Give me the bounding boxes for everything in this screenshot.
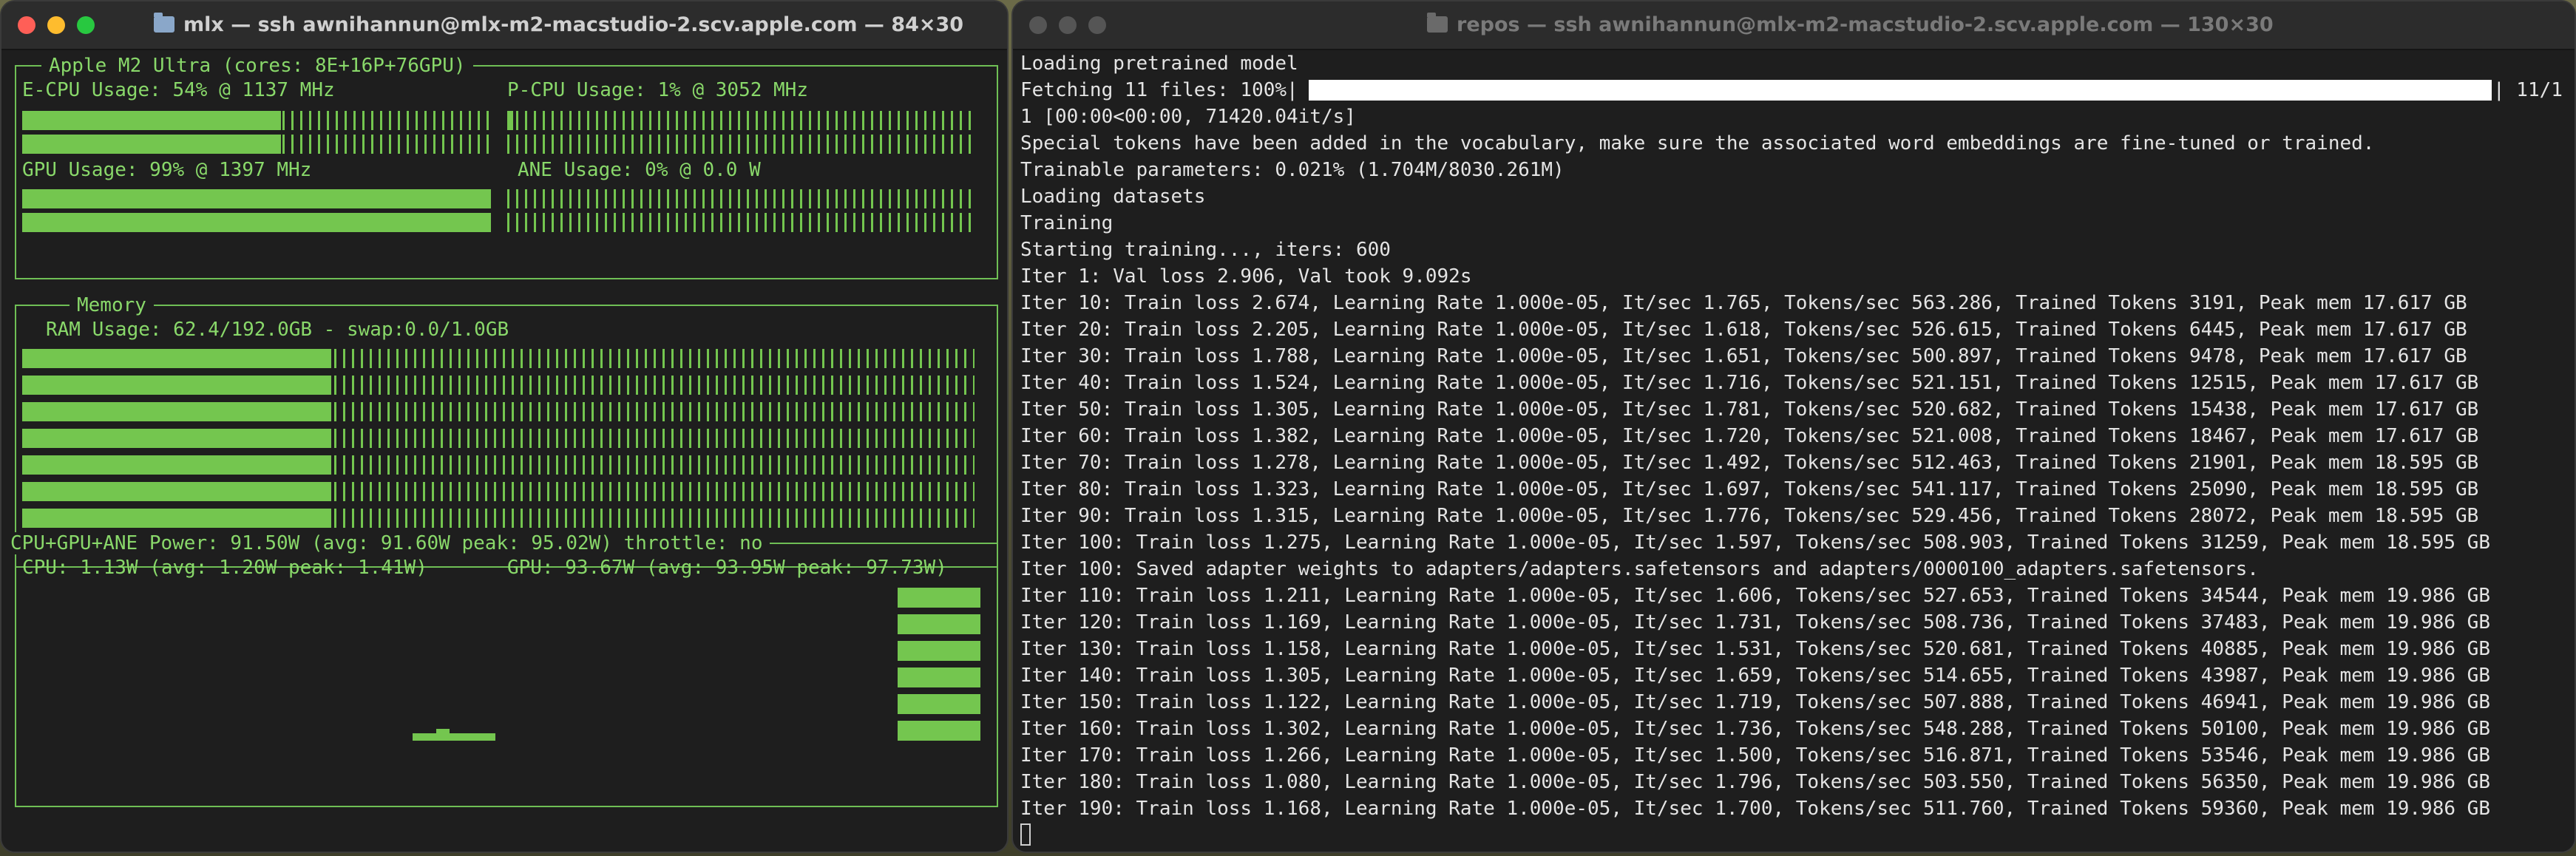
output-line: Iter 150: Train loss 1.122, Learning Rat… [1020, 691, 2490, 713]
power-box [15, 543, 998, 807]
ane-usage-label: ANE Usage: 0% @ 0.0 W [518, 159, 761, 181]
ram-bar-fill-4 [22, 429, 331, 448]
output-line: Loading datasets [1020, 186, 1206, 208]
output-line: Iter 170: Train loss 1.266, Learning Rat… [1020, 744, 2490, 767]
window-title-text: mlx — ssh awnihannun@mlx-m2-macstudio-2.… [183, 13, 964, 36]
output-line: 1 [00:00<00:00, 71420.04it/s] [1020, 106, 1356, 128]
terminal-window-training[interactable]: repos — ssh awnihannun@mlx-m2-macstudio-… [1011, 0, 2576, 853]
output-line: Iter 90: Train loss 1.315, Learning Rate… [1020, 505, 2479, 527]
output-line: Iter 60: Train loss 1.382, Learning Rate… [1020, 425, 2479, 447]
ram-bar-rest-7 [334, 509, 975, 528]
gpu-power-block-3 [898, 641, 980, 661]
minimize-button[interactable] [47, 16, 65, 34]
output-line: Iter 10: Train loss 2.674, Learning Rate… [1020, 292, 2467, 314]
minimize-button[interactable] [1059, 16, 1077, 34]
power-box-title: CPU+GPU+ANE Power: 91.50W (avg: 91.60W p… [3, 532, 770, 554]
output-line: Iter 100: Train loss 1.275, Learning Rat… [1020, 531, 2490, 554]
output-line: Iter 70: Train loss 1.278, Learning Rate… [1020, 452, 2479, 474]
ram-bar-fill-5 [22, 455, 331, 475]
terminal-content[interactable]: Loading pretrained model Fetching 11 fil… [1013, 50, 2575, 852]
ecpu-bar-rest-1 [282, 111, 495, 130]
output-line: Iter 160: Train loss 1.302, Learning Rat… [1020, 718, 2490, 740]
output-line: Iter 130: Train loss 1.158, Learning Rat… [1020, 638, 2490, 660]
ane-bar-rest-1 [507, 189, 975, 208]
terminal-cursor [1020, 823, 1031, 846]
window-title: repos — ssh awnihannun@mlx-m2-macstudio-… [1427, 1, 2274, 49]
close-button[interactable] [18, 16, 35, 34]
ecpu-bar-rest-2 [282, 135, 495, 154]
output-line: Iter 100: Saved adapter weights to adapt… [1020, 558, 2259, 580]
ram-bar-fill-7 [22, 509, 331, 528]
cpu-power-label: CPU: 1.13W (avg: 1.20W peak: 1.41W) [22, 557, 427, 579]
ram-bar-fill-3 [22, 402, 331, 421]
fetch-progress-prefix: Fetching 11 files: 100%| [1020, 79, 1298, 101]
output-line: Iter 1: Val loss 2.906, Val took 9.092s [1020, 265, 1472, 288]
ram-bar-fill-1 [22, 349, 331, 368]
output-line: Iter 120: Train loss 1.169, Learning Rat… [1020, 611, 2490, 633]
output-line: Iter 20: Train loss 2.205, Learning Rate… [1020, 319, 2467, 341]
gpu-usage-label: GPU Usage: 99% @ 1397 MHz [22, 159, 312, 181]
ram-bar-rest-4 [334, 429, 975, 448]
ram-bar-fill-6 [22, 482, 331, 501]
gpu-power-block-4 [898, 668, 980, 687]
output-line: Iter 190: Train loss 1.168, Learning Rat… [1020, 798, 2490, 820]
cpu-power-baseline [413, 733, 495, 741]
output-line: Loading pretrained model [1020, 52, 1298, 75]
gpu-power-block-6 [898, 721, 980, 741]
traffic-lights [1029, 16, 1106, 34]
output-line: Special tokens have been added in the vo… [1020, 132, 2375, 154]
ecpu-usage-label: E-CPU Usage: 54% @ 1137 MHz [22, 79, 335, 101]
ecpu-bar-fill-2 [22, 135, 281, 154]
output-line: Iter 40: Train loss 1.524, Learning Rate… [1020, 372, 2479, 394]
ecpu-bar-fill-1 [22, 111, 281, 130]
pcpu-usage-label: P-CPU Usage: 1% @ 3052 MHz [507, 79, 808, 101]
ram-usage-label: RAM Usage: 62.4/192.0GB - swap:0.0/1.0GB [46, 319, 509, 341]
ane-bar-rest-2 [507, 213, 975, 232]
ram-bar-rest-3 [334, 402, 975, 421]
fetch-progress-suffix: | 11/1 [2493, 79, 2563, 101]
output-line: Iter 140: Train loss 1.305, Learning Rat… [1020, 665, 2490, 687]
output-line: Iter 30: Train loss 1.788, Learning Rate… [1020, 345, 2467, 367]
gpu-bar-fill-1 [22, 189, 491, 208]
traffic-lights [18, 16, 95, 34]
terminal-window-asitop[interactable]: mlx — ssh awnihannun@mlx-m2-macstudio-2.… [0, 0, 1009, 853]
output-line: Iter 180: Train loss 1.080, Learning Rat… [1020, 771, 2490, 793]
gpu-power-label: GPU: 93.67W (avg: 93.95W peak: 97.73W) [507, 557, 947, 579]
zoom-button[interactable] [77, 16, 95, 34]
pcpu-bar-rest-1 [516, 111, 975, 130]
ram-bar-rest-6 [334, 482, 975, 501]
zoom-button[interactable] [1088, 16, 1106, 34]
gpu-bar-fill-2 [22, 213, 491, 232]
title-bar[interactable]: mlx — ssh awnihannun@mlx-m2-macstudio-2.… [1, 1, 1007, 50]
fetch-progress-bar [1309, 80, 2492, 101]
gpu-power-block-5 [898, 694, 980, 714]
output-line: Iter 80: Train loss 1.323, Learning Rate… [1020, 478, 2479, 500]
output-line: Starting training..., iters: 600 [1020, 239, 1391, 261]
ram-bar-rest-1 [334, 349, 975, 368]
pcpu-bar-rest-2 [507, 135, 975, 154]
close-button[interactable] [1029, 16, 1047, 34]
ram-bar-rest-5 [334, 455, 975, 475]
memory-box-title: Memory [70, 294, 154, 316]
terminal-content[interactable]: Apple M2 Ultra (cores: 8E+16P+76GPU) E-C… [1, 50, 1007, 852]
folder-icon [1427, 13, 1448, 33]
ram-bar-rest-2 [334, 376, 975, 395]
folder-icon [154, 13, 174, 33]
gpu-power-block-1 [898, 588, 980, 608]
gpu-power-block-2 [898, 614, 980, 634]
output-line: Trainable parameters: 0.021% (1.704M/803… [1020, 159, 1565, 181]
ram-bar-fill-2 [22, 376, 331, 395]
cpu-box-title: Apple M2 Ultra (cores: 8E+16P+76GPU) [41, 55, 473, 77]
pcpu-bar-fill-1 [507, 111, 513, 130]
window-title-text: repos — ssh awnihannun@mlx-m2-macstudio-… [1457, 13, 2274, 36]
window-title: mlx — ssh awnihannun@mlx-m2-macstudio-2.… [154, 1, 963, 49]
title-bar[interactable]: repos — ssh awnihannun@mlx-m2-macstudio-… [1013, 1, 2575, 50]
output-line: Iter 110: Train loss 1.211, Learning Rat… [1020, 585, 2490, 607]
output-line: Training [1020, 212, 1114, 234]
output-line: Iter 50: Train loss 1.305, Learning Rate… [1020, 398, 2479, 421]
